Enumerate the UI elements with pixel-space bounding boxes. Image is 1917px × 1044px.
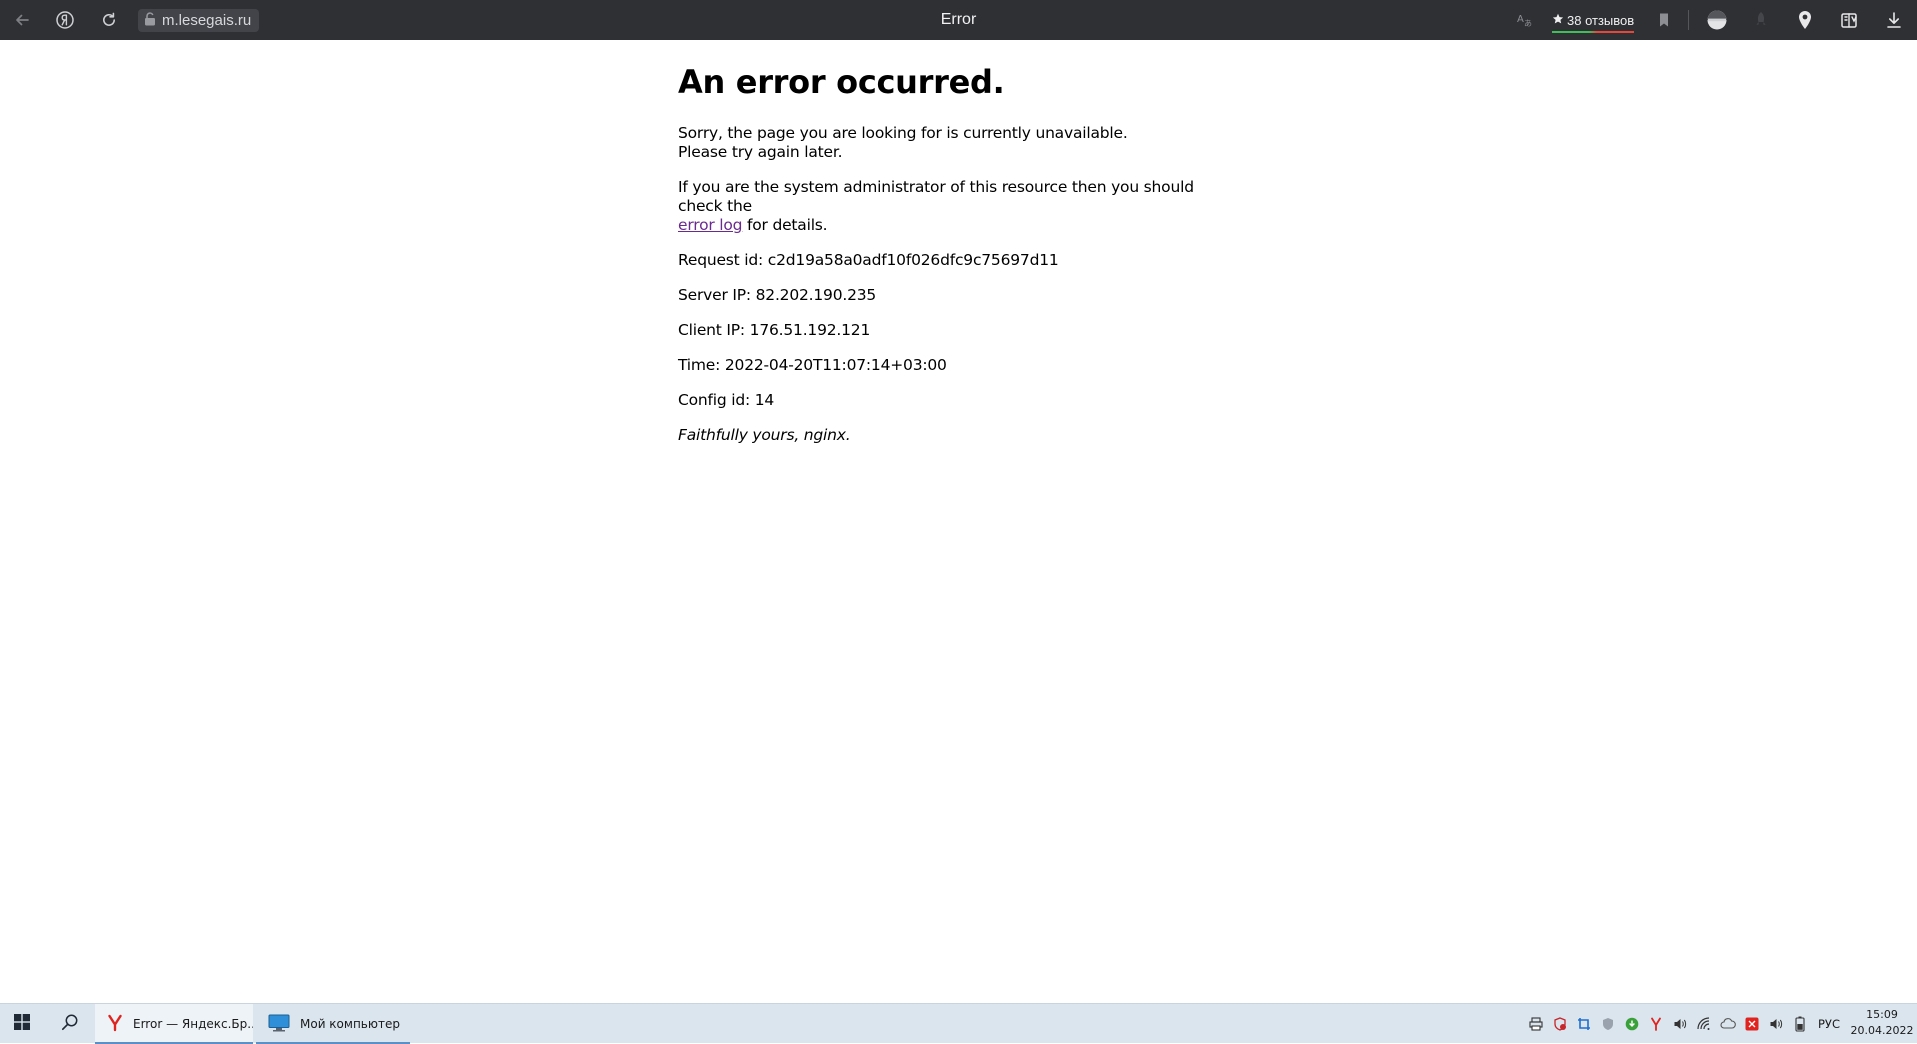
page-title: An error occurred.	[678, 63, 1005, 101]
protect-shield-icon	[1706, 9, 1728, 31]
address-bar[interactable]: m.lesegais.ru	[138, 9, 260, 32]
client-ip: Client IP: 176.51.192.121	[678, 321, 871, 339]
downloads-button[interactable]	[1881, 7, 1907, 33]
reviews-count: 38 отзывов	[1567, 12, 1635, 28]
turbo-button[interactable]	[1748, 7, 1774, 33]
error-page-content: An error occurred. Sorry, the page you a…	[678, 40, 1238, 445]
torrent-icon[interactable]	[1620, 1004, 1644, 1044]
start-button[interactable]	[0, 1004, 44, 1044]
security-shield-icon[interactable]	[1596, 1004, 1620, 1044]
collections-icon	[1840, 11, 1860, 29]
record-icon[interactable]	[1740, 1004, 1764, 1044]
signature-text: Faithfully yours, nginx.	[678, 426, 851, 444]
browser-toolbar: Error m.lesegais.ru Aあ 38 отзывов	[0, 0, 1917, 40]
search-icon	[61, 1013, 79, 1035]
collections-button[interactable]	[1837, 7, 1863, 33]
speaker-icon[interactable]	[1668, 1004, 1692, 1044]
yandex-browser-icon	[107, 1014, 123, 1035]
toolbar-separator	[1688, 10, 1689, 30]
translate-button[interactable]: Aあ	[1512, 7, 1538, 33]
input-language[interactable]: РУС	[1818, 1004, 1840, 1044]
reload-button[interactable]	[96, 7, 122, 33]
protect-button[interactable]	[1704, 7, 1730, 33]
arrow-left-icon	[13, 11, 31, 29]
back-button[interactable]	[9, 7, 35, 33]
sorry-line-2: Please try again later.	[678, 143, 843, 161]
yandex-icon[interactable]	[1644, 1004, 1668, 1044]
location-pin-icon	[1797, 10, 1813, 30]
site-reviews-badge[interactable]: 38 отзывов	[1552, 9, 1635, 33]
svg-text:あ: あ	[1524, 19, 1532, 28]
reload-icon	[100, 11, 118, 29]
url-text: m.lesegais.ru	[162, 12, 252, 29]
system-clock[interactable]: 15:09 20.04.2022	[1850, 1007, 1914, 1039]
taskbar-item-browser[interactable]: Error — Яндекс.Бр...	[95, 1004, 253, 1044]
sorry-message: Sorry, the page you are looking for is c…	[678, 124, 1238, 162]
printer-icon[interactable]	[1524, 1004, 1548, 1044]
windows-taskbar: Error — Яндекс.Бр... Мой компьютер РУС 1…	[0, 1003, 1917, 1044]
admin-message: If you are the system administrator of t…	[678, 178, 1238, 235]
battery-icon[interactable]	[1788, 1004, 1812, 1044]
request-id: Request id: c2d19a58a0adf10f026dfc9c7569…	[678, 251, 1059, 269]
reviews-rating-bar	[1552, 31, 1635, 33]
taskbar-item-my-computer[interactable]: Мой компьютер	[256, 1004, 410, 1044]
shield-alert-icon[interactable]	[1548, 1004, 1572, 1044]
system-tray	[1524, 1004, 1812, 1044]
crop-tool-icon[interactable]	[1572, 1004, 1596, 1044]
wifi-icon[interactable]	[1692, 1004, 1716, 1044]
clock-date: 20.04.2022	[1850, 1024, 1914, 1037]
admin-text: If you are the system administrator of t…	[678, 178, 1194, 215]
windows-start-icon	[14, 1014, 30, 1034]
computer-monitor-icon	[268, 1014, 290, 1035]
rocket-icon	[1753, 11, 1769, 29]
taskbar-item-label: Error — Яндекс.Бр...	[133, 1017, 253, 1031]
download-icon	[1886, 11, 1902, 29]
cloud-icon[interactable]	[1716, 1004, 1740, 1044]
config-id: Config id: 14	[678, 391, 775, 409]
unlocked-padlock-icon	[144, 11, 156, 30]
yandex-logo-icon	[55, 10, 75, 30]
clock-time: 15:09	[1866, 1008, 1898, 1021]
yandex-home-button[interactable]	[52, 7, 78, 33]
translate-icon: Aあ	[1516, 11, 1534, 29]
error-time: Time: 2022-04-20T11:07:14+03:00	[678, 356, 947, 374]
bookmark-button[interactable]	[1651, 7, 1677, 33]
location-button[interactable]	[1792, 7, 1818, 33]
search-button[interactable]	[48, 1004, 92, 1044]
server-ip: Server IP: 82.202.190.235	[678, 286, 877, 304]
svg-text:A: A	[1517, 14, 1524, 25]
error-log-link[interactable]: error log	[678, 216, 742, 234]
sorry-line-1: Sorry, the page you are looking for is c…	[678, 124, 1128, 142]
signature: Faithfully yours, nginx.	[678, 426, 1238, 445]
star-icon	[1552, 13, 1564, 28]
bookmark-icon	[1657, 12, 1671, 28]
taskbar-item-label: Мой компьютер	[300, 1017, 400, 1031]
admin-text-after: for details.	[742, 216, 828, 234]
volume-icon[interactable]	[1764, 1004, 1788, 1044]
